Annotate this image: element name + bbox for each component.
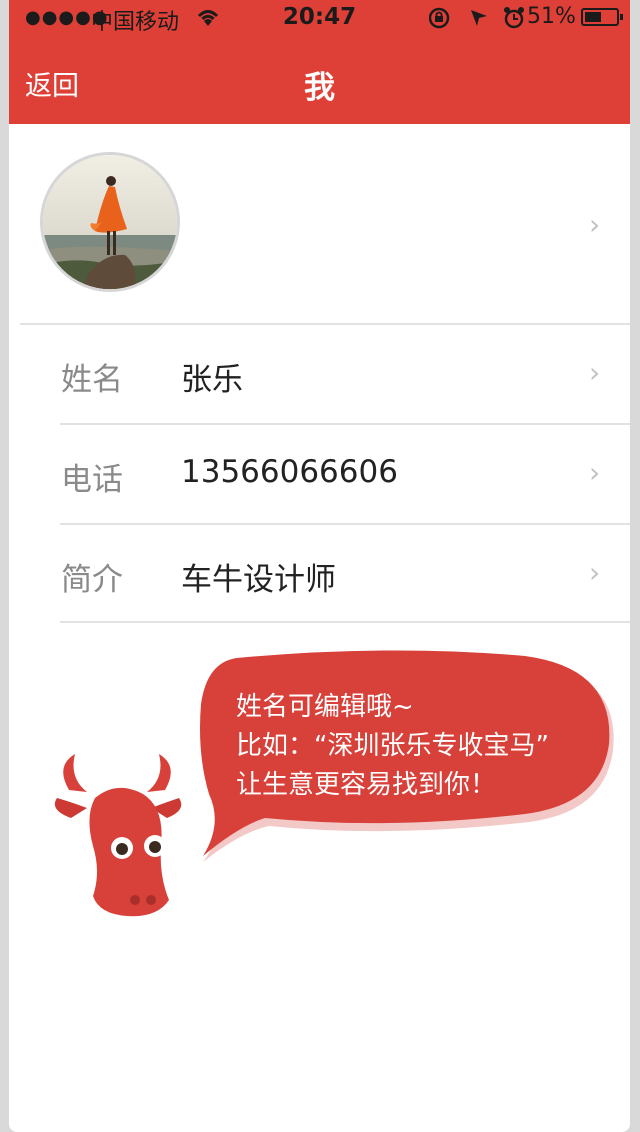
- navigation-bar: 返回 我: [9, 40, 630, 124]
- tip-line-2: 比如：“深圳张乐专收宝马”: [236, 731, 549, 761]
- status-icons: [429, 7, 524, 29]
- name-row[interactable]: 姓名 张乐 ›: [9, 324, 630, 424]
- battery-icon: [581, 8, 623, 26]
- bio-value: 车牛设计师: [181, 562, 336, 598]
- tip-line-3: 让生意更容易找到你！: [236, 770, 497, 800]
- avatar-row[interactable]: ›: [9, 124, 630, 324]
- bull-mascot-icon: [54, 754, 182, 917]
- phone-label: 电话: [61, 462, 123, 498]
- chevron-right-icon: ›: [589, 556, 601, 589]
- alarm-icon: [504, 7, 524, 29]
- status-bar: ●●●●● 中国移动 20:47 51%: [9, 0, 630, 40]
- chevron-right-icon: ›: [589, 356, 601, 389]
- phone-value: 13566066606: [181, 454, 398, 490]
- rotation-lock-icon: [429, 7, 450, 29]
- tip-text: 姓名可编辑哦~ 比如：“深圳张乐专收宝马” 让生意更容易找到你！: [236, 688, 616, 805]
- avatar[interactable]: [40, 152, 180, 292]
- app-screen: ●●●●● 中国移动 20:47 51% 返回 我 › 姓名 张乐 › 电话 1…: [9, 0, 630, 1132]
- page-title: 我: [304, 70, 335, 106]
- name-value: 张乐: [181, 362, 243, 398]
- bio-label: 简介: [61, 562, 123, 598]
- bio-row[interactable]: 简介 车牛设计师 ›: [9, 524, 630, 624]
- battery-percent: 51%: [527, 4, 576, 29]
- phone-row[interactable]: 电话 13566066606 ›: [9, 424, 630, 524]
- chevron-right-icon: ›: [589, 208, 601, 241]
- divider: [60, 621, 630, 623]
- avatar-photo: [43, 155, 177, 289]
- name-label: 姓名: [61, 362, 123, 398]
- chevron-right-icon: ›: [589, 456, 601, 489]
- location-icon: [471, 10, 487, 26]
- tip-line-1: 姓名可编辑哦~: [236, 692, 414, 722]
